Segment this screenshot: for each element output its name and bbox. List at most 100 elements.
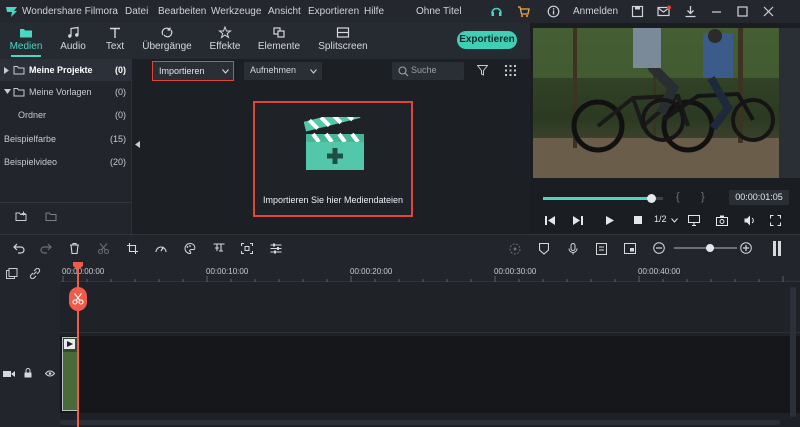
folder-outline-icon[interactable] — [45, 211, 58, 222]
green-screen-icon[interactable] — [241, 243, 253, 254]
tab-label: Audio — [60, 41, 86, 52]
menu-exportieren[interactable]: Exportieren — [308, 6, 359, 17]
import-label: Importieren — [159, 66, 205, 76]
grid-view-icon[interactable] — [505, 65, 516, 76]
zoom-out-icon[interactable] — [653, 242, 665, 254]
zoom-slider-track[interactable] — [674, 244, 737, 252]
timeline: 00:00:00:00 00:00:10:00 00:00:20:00 00:0… — [0, 262, 800, 427]
menu-werkzeuge[interactable]: Werkzeuge — [211, 6, 261, 17]
tab-medien[interactable]: Medien — [6, 26, 46, 57]
zoom-in-icon[interactable] — [740, 242, 752, 254]
menu-datei[interactable]: Datei — [125, 6, 148, 17]
video-track-lane[interactable] — [60, 336, 800, 413]
clapperboard-icon — [304, 117, 366, 171]
search-placeholder: Suche — [411, 65, 437, 75]
timeline-vertical-scrollbar[interactable] — [790, 287, 796, 417]
play-icon[interactable] — [606, 216, 614, 225]
color-palette-icon[interactable] — [184, 243, 196, 254]
export-button[interactable]: Exportieren — [457, 31, 517, 49]
fullscreen-icon[interactable] — [770, 215, 781, 226]
voiceover-icon[interactable] — [596, 243, 607, 255]
add-track-icon[interactable] — [6, 268, 18, 279]
save-icon[interactable] — [631, 5, 644, 18]
monitor-icon[interactable] — [688, 215, 700, 226]
sidebar-item-meine-vorlagen[interactable]: Meine Vorlagen (0) — [0, 81, 131, 103]
quality-select[interactable]: 1/2 — [654, 214, 667, 224]
microphone-icon[interactable] — [568, 243, 578, 255]
pip-icon[interactable] — [624, 243, 636, 254]
maximize-icon[interactable] — [736, 5, 749, 18]
menu-bearbeiten[interactable]: Bearbeiten — [158, 6, 206, 17]
tab-label: Effekte — [209, 41, 241, 52]
effects-icon — [218, 26, 232, 39]
lock-icon[interactable] — [24, 368, 32, 378]
sidebar-item-count: (0) — [115, 87, 126, 97]
pause-bars-icon[interactable] — [772, 241, 782, 256]
tab-splitscreen[interactable]: Splitscreen — [318, 26, 368, 52]
video-track-header — [0, 336, 60, 413]
delete-icon[interactable] — [69, 243, 80, 254]
zoom-slider-knob[interactable] — [706, 244, 714, 252]
tab-elemente[interactable]: Elemente — [256, 26, 302, 52]
search-input[interactable]: Suche — [392, 62, 464, 80]
menu-ansicht[interactable]: Ansicht — [268, 6, 301, 17]
playback-progress-track[interactable] — [543, 194, 663, 203]
tab-label: Medien — [9, 41, 43, 52]
sidebar-item-ordner[interactable]: Ordner (0) — [0, 104, 131, 126]
clip-thumbnail-badge — [64, 339, 75, 349]
adjust-settings-icon[interactable] — [270, 243, 282, 254]
mark-out-bracket[interactable]: } — [701, 191, 705, 203]
tab-audio[interactable]: Audio — [56, 26, 90, 52]
step-forward-icon[interactable] — [573, 216, 583, 225]
download-icon[interactable] — [684, 5, 697, 18]
import-drop-zone[interactable]: Importieren Sie hier Mediendateien — [253, 101, 413, 217]
sidebar-item-beispielvideo[interactable]: Beispielvideo (20) — [0, 151, 131, 173]
cart-icon[interactable] — [517, 5, 530, 18]
video-clip[interactable] — [62, 337, 78, 411]
speed-icon[interactable] — [155, 243, 167, 254]
chevron-down-icon — [671, 218, 678, 223]
tab-uebergaenge[interactable]: Übergänge — [140, 26, 194, 52]
link-chain-icon[interactable] — [29, 268, 41, 279]
snapshot-camera-icon[interactable] — [716, 215, 728, 226]
empty-track-area[interactable] — [60, 283, 800, 333]
volume-icon[interactable] — [744, 215, 756, 226]
info-icon[interactable] — [547, 5, 560, 18]
timeline-ruler[interactable]: 00:00:00:00 00:00:10:00 00:00:20:00 00:0… — [60, 262, 800, 282]
cut-scissors-icon[interactable] — [98, 243, 109, 254]
import-dropdown[interactable]: Importieren — [152, 61, 234, 81]
stop-icon[interactable] — [634, 216, 642, 224]
elements-icon — [273, 27, 285, 38]
chevron-down-icon — [222, 69, 229, 74]
minimize-icon[interactable] — [710, 5, 723, 18]
login-link[interactable]: Anmelden — [573, 6, 618, 17]
sidebar-item-meine-projekte[interactable]: Meine Projekte (0) — [0, 59, 131, 81]
audio-mixer-icon[interactable] — [213, 243, 225, 254]
close-icon[interactable] — [762, 5, 775, 18]
sidebar-item-beispielfarbe[interactable]: Beispielfarbe (15) — [0, 128, 131, 150]
playback-progress-knob[interactable] — [647, 194, 656, 203]
support-headset-icon[interactable] — [490, 5, 503, 18]
project-title: Ohne Titel — [416, 6, 462, 17]
tab-effekte[interactable]: Effekte — [205, 26, 245, 52]
crop-icon[interactable] — [127, 243, 138, 254]
timeline-scrollbar[interactable] — [60, 420, 780, 425]
marker-shield-icon[interactable] — [539, 243, 549, 255]
undo-icon[interactable] — [13, 243, 25, 254]
sidebar-collapse-handle[interactable] — [131, 59, 143, 234]
preview-video-frame — [533, 28, 779, 178]
render-icon[interactable] — [509, 243, 521, 255]
split-scissors-button[interactable] — [69, 287, 87, 311]
redo-icon[interactable] — [40, 243, 52, 254]
filter-icon[interactable] — [477, 65, 488, 76]
clip-frame-thumbnail — [63, 352, 77, 410]
new-folder-icon[interactable] — [15, 211, 28, 222]
record-dropdown[interactable]: Aufnehmen — [244, 62, 322, 80]
tab-text[interactable]: Text — [100, 26, 130, 52]
playhead-handle[interactable] — [73, 262, 83, 270]
eye-visibility-icon[interactable] — [45, 370, 55, 377]
mail-icon[interactable] — [657, 5, 671, 18]
mark-in-bracket[interactable]: { — [676, 191, 680, 203]
menu-hilfe[interactable]: Hilfe — [364, 6, 384, 17]
step-back-icon[interactable] — [545, 216, 555, 225]
